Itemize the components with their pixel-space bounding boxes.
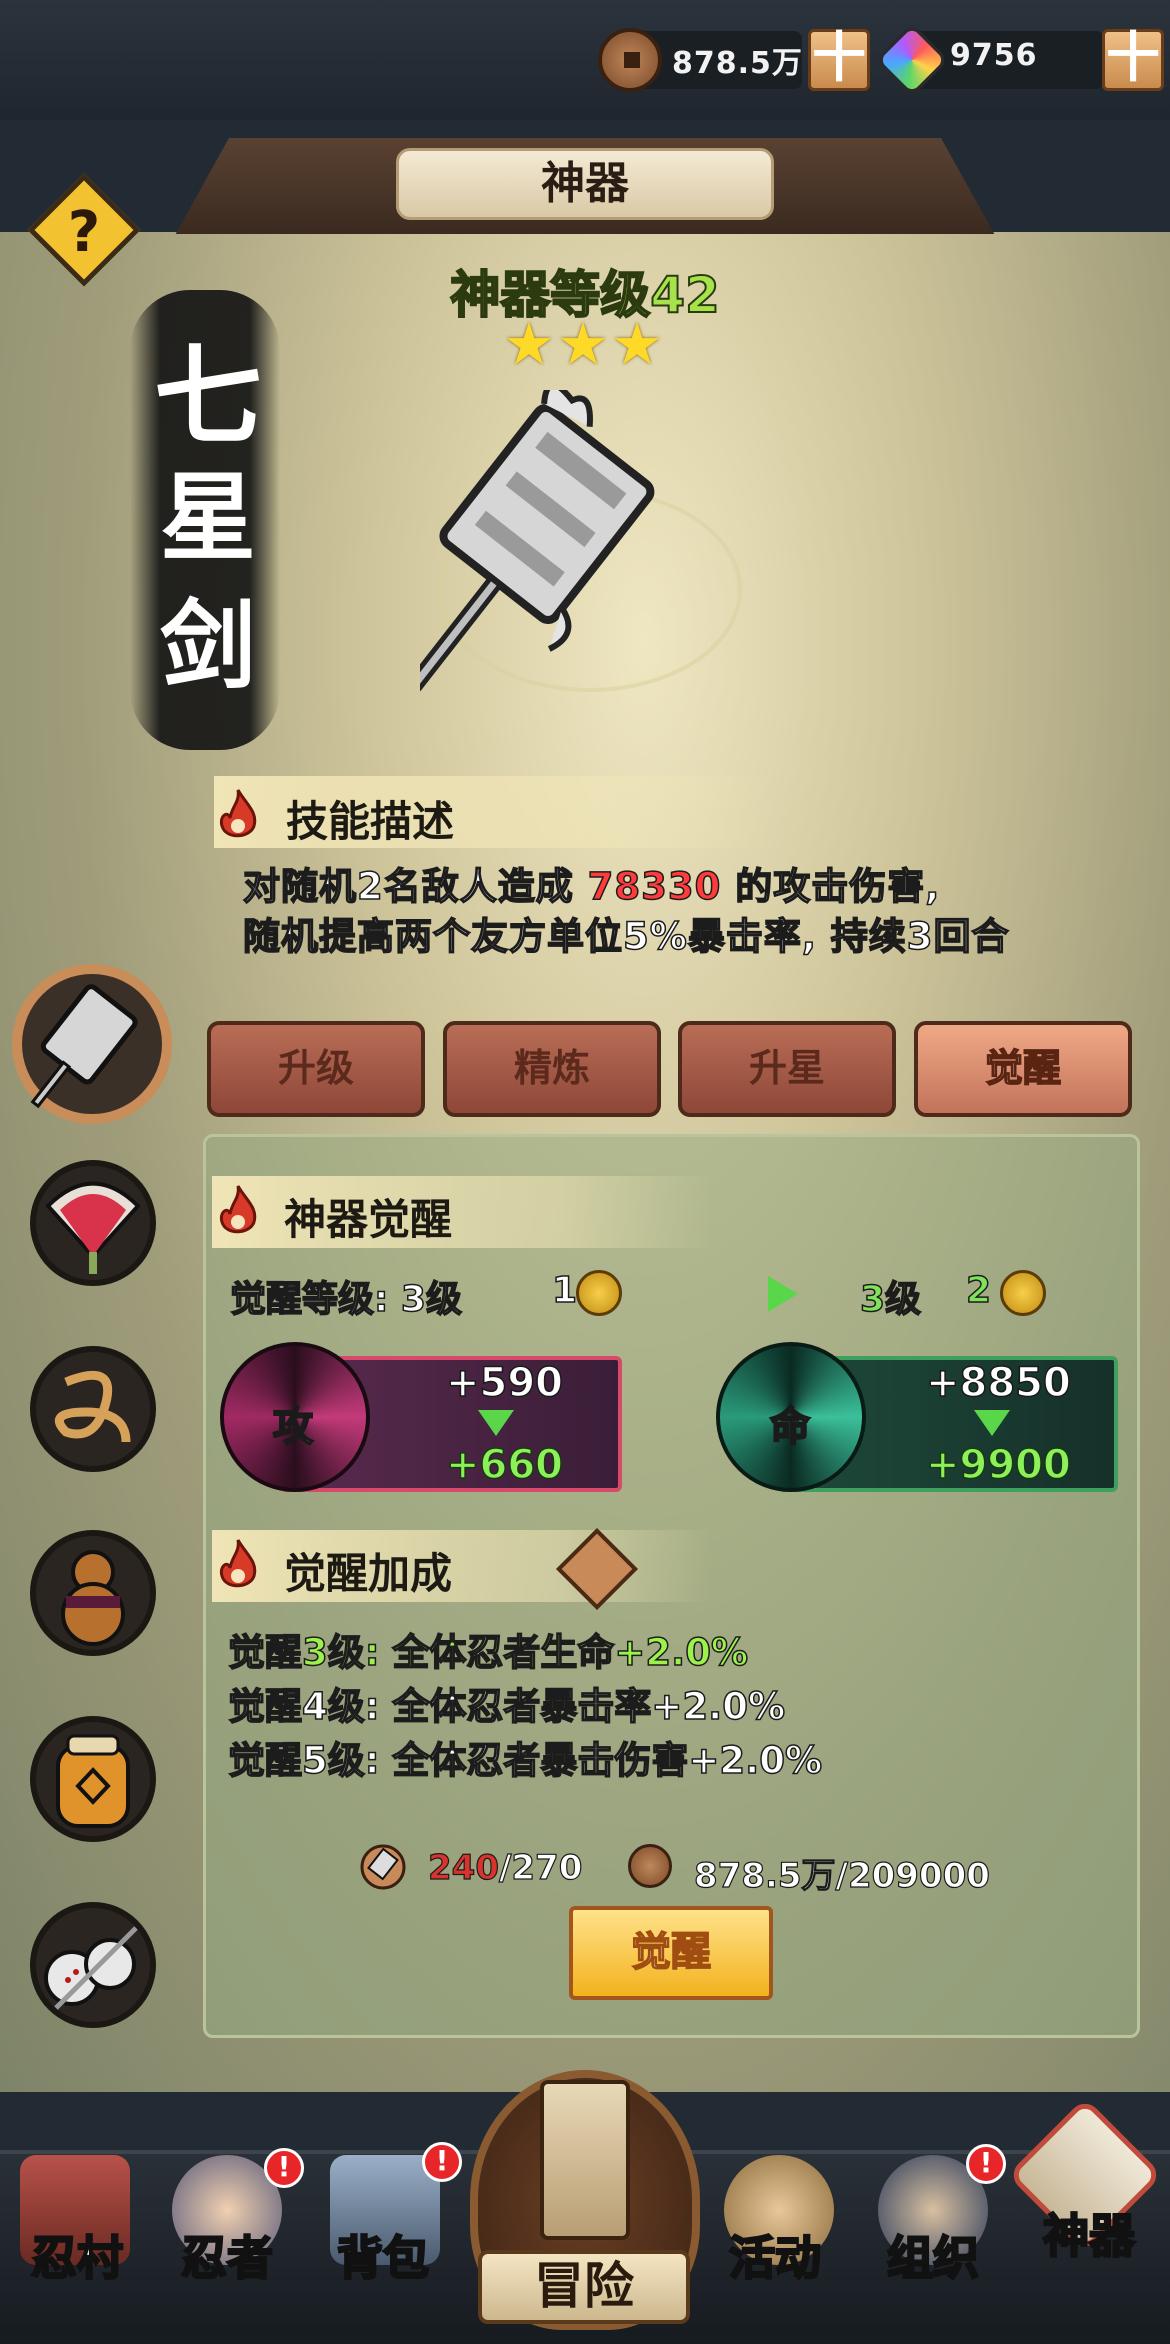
nav-village-label: 忍村 — [30, 2230, 125, 2287]
awaken-level-label: 觉醒等级: 3级 — [229, 1278, 462, 1321]
artifact-slot-rope[interactable] — [30, 1346, 156, 1472]
material-cost: 240/270 — [427, 1847, 583, 1888]
skill-description-line-1: 对随机2名敌人造成 78330 的攻击伤害, — [242, 856, 941, 910]
flame-icon — [219, 1539, 257, 1588]
awaken-next-level: 3级 — [859, 1278, 922, 1321]
flame-icon — [219, 789, 257, 838]
awaken-next-count: 2 — [965, 1269, 992, 1312]
tab-star-up[interactable]: 升星 — [678, 1021, 896, 1117]
add-coins-button[interactable]: 十 — [808, 29, 870, 91]
skill-desc-prefix: 对随机2名敌人造成 — [242, 864, 588, 909]
nav-bag-label: 背包 — [336, 2230, 431, 2287]
page-title: 神器 — [396, 148, 774, 220]
life-current-value: +8850 — [925, 1359, 1071, 1407]
life-next-value: +9900 — [925, 1441, 1071, 1489]
nav-artifact-label: 神器 — [1042, 2208, 1137, 2265]
tab-awaken[interactable]: 觉醒 — [914, 1021, 1132, 1117]
nav-ninja-label: 忍者 — [180, 2230, 275, 2287]
jar-icon — [56, 1734, 130, 1828]
awaken-section-title: 神器觉醒 — [284, 1195, 453, 1244]
scroll-icon — [540, 2080, 630, 2240]
coin-amount: 878.5万 — [672, 46, 803, 81]
help-button[interactable]: ? — [36, 185, 132, 281]
nav-activity-label: 活动 — [728, 2230, 823, 2287]
awaken-button[interactable]: 觉醒 — [569, 1906, 773, 2000]
gem-amount: 9756 — [950, 38, 1038, 73]
add-gems-button[interactable]: 十 — [1102, 29, 1164, 91]
material-need: /270 — [498, 1847, 583, 1888]
bonus-line-3: 觉醒5级: 全体忍者暴击伤害+2.0% — [227, 1738, 823, 1783]
tab-refine[interactable]: 精炼 — [443, 1021, 661, 1117]
bonus-line-1: 觉醒3级: 全体忍者生命+2.0% — [227, 1630, 749, 1675]
life-arrow-icon — [974, 1410, 1010, 1436]
awaken-token-icon — [1000, 1270, 1046, 1316]
next-level-arrow-icon — [768, 1276, 798, 1312]
awaken-current-count: 1 — [551, 1269, 578, 1312]
skill-desc-suffix: 的攻击伤害, — [721, 864, 941, 909]
attack-next-value: +660 — [445, 1441, 564, 1489]
flame-icon — [219, 1185, 257, 1234]
bonus-line-2: 觉醒4级: 全体忍者暴击率+2.0% — [227, 1684, 786, 1729]
artifact-name-char-2: 星 — [160, 461, 256, 574]
attack-letter: 攻 — [272, 1403, 314, 1451]
life-letter: 命 — [769, 1403, 811, 1451]
artifact-slot-fan[interactable] — [30, 1160, 156, 1286]
star-icon: ★ — [557, 310, 609, 378]
coin-cost: 878.5万/209000 — [693, 1855, 990, 1896]
discs-icon — [44, 1926, 138, 2010]
bag-alert-badge: ! — [422, 2142, 462, 2182]
ninja-alert-badge: ! — [264, 2148, 304, 2188]
star-icon: ★ — [611, 310, 663, 378]
skill-description-line-2: 随机提高两个友方单位5%暴击率, 持续3回合 — [242, 914, 1010, 959]
nav-adventure-label: 冒险 — [478, 2250, 690, 2324]
nav-guild-label: 组织 — [886, 2230, 981, 2287]
sword-thumbnail-icon — [30, 984, 138, 1109]
attack-arrow-icon — [478, 1410, 514, 1436]
rope-icon — [54, 1370, 131, 1443]
gourd-icon — [61, 1550, 125, 1646]
skill-damage-value: 78330 — [587, 864, 722, 909]
artifact-name-char-3: 剑 — [160, 589, 256, 702]
seven-star-sword-icon — [420, 390, 742, 692]
attack-current-value: +590 — [445, 1359, 564, 1407]
star-icon: ★ — [503, 310, 555, 378]
coin-icon — [628, 1844, 672, 1888]
artifact-slot-jar[interactable] — [30, 1716, 156, 1842]
sword-material-icon — [360, 1844, 406, 1890]
tab-upgrade[interactable]: 升级 — [207, 1021, 425, 1117]
material-have: 240 — [427, 1847, 499, 1888]
bonus-section-title: 觉醒加成 — [284, 1549, 453, 1598]
guild-alert-badge: ! — [966, 2144, 1006, 2184]
artifact-slot-discs[interactable] — [30, 1902, 156, 2028]
coin-hole-icon — [624, 52, 640, 68]
skill-section-title: 技能描述 — [286, 797, 455, 846]
fan-icon — [45, 1181, 141, 1274]
artifact-slot-gourd[interactable] — [30, 1530, 156, 1656]
awaken-token-icon — [576, 1270, 622, 1316]
artifact-slot-seven-star-sword[interactable] — [12, 964, 172, 1124]
